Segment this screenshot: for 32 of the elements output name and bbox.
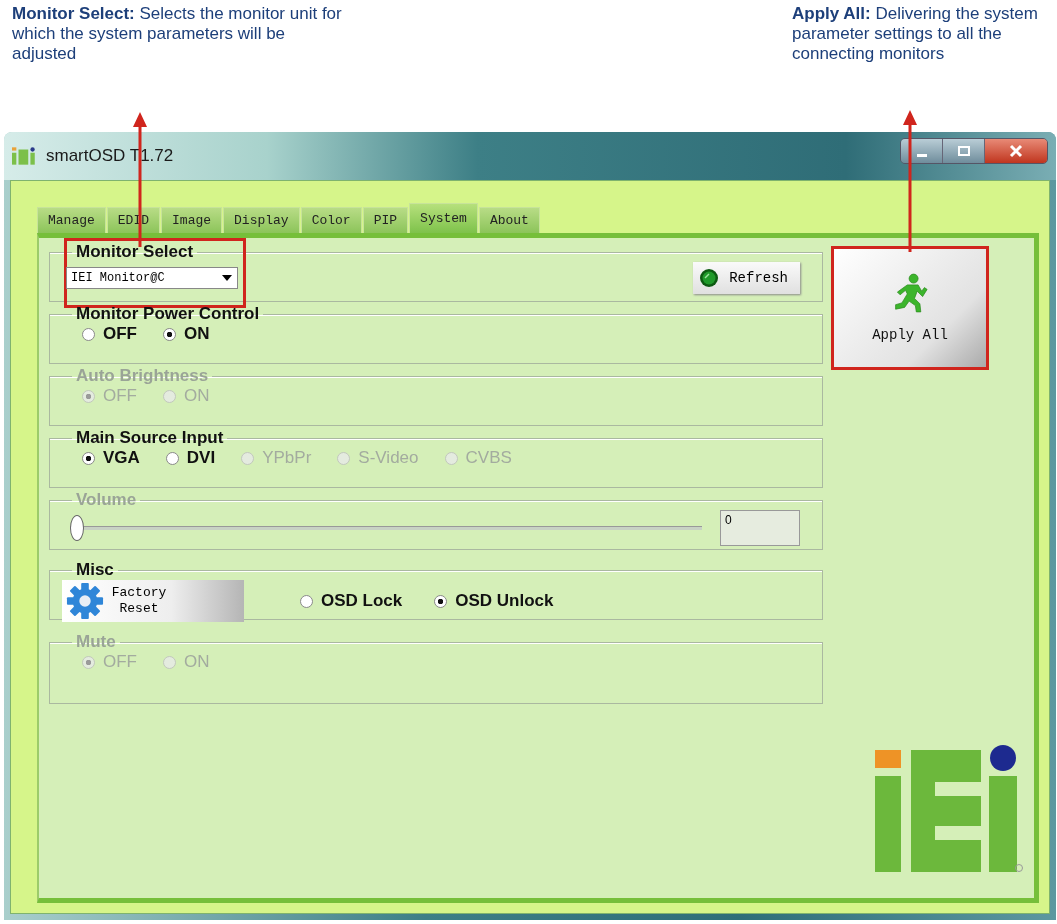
tab[interactable]: Image xyxy=(161,207,223,233)
gear-icon xyxy=(66,582,104,620)
monitor-dropdown[interactable]: IEI Monitor@C xyxy=(66,267,238,289)
group-title: Monitor Power Control xyxy=(75,304,261,324)
caret-icon xyxy=(222,275,232,281)
led-icon xyxy=(699,268,720,288)
annotation-text: Monitor Select: Selects the monitor unit for which the system parameters will be adjusted xyxy=(12,4,342,64)
radio-option[interactable]: OSD Unlock xyxy=(434,591,554,611)
radio-option[interactable]: VGA xyxy=(82,448,140,468)
radio-option[interactable]: OFF xyxy=(82,324,137,344)
close-button[interactable] xyxy=(985,139,1047,163)
minimize-button[interactable] xyxy=(901,139,943,163)
annotation-text: Apply All: Delivering the system parameter settings to all the connecting monitors xyxy=(792,4,1039,64)
tab[interactable]: System xyxy=(409,203,478,233)
radio-option[interactable]: ON xyxy=(163,324,210,344)
apply-all-button[interactable]: Apply All xyxy=(834,249,986,367)
radio-option[interactable]: DVI xyxy=(165,448,216,468)
tab[interactable]: Display xyxy=(223,207,300,233)
group-title: Main Source Input xyxy=(75,428,225,448)
radio-option[interactable]: OSD Lock xyxy=(300,591,403,611)
runner-icon xyxy=(892,273,928,313)
group-title: Monitor Select xyxy=(75,242,195,262)
refresh-button[interactable]: Refresh xyxy=(693,262,800,294)
group-title: Misc xyxy=(75,560,115,580)
tab[interactable]: PIP xyxy=(362,207,409,233)
minimize-icon xyxy=(916,153,927,157)
maximize-button[interactable] xyxy=(943,139,985,163)
tab[interactable]: Color xyxy=(300,207,362,233)
tab[interactable]: About xyxy=(478,207,540,233)
tab[interactable]: Manage xyxy=(37,207,106,233)
factory-reset-button[interactable]: Factory Reset xyxy=(62,580,244,622)
app-icon xyxy=(12,147,38,165)
